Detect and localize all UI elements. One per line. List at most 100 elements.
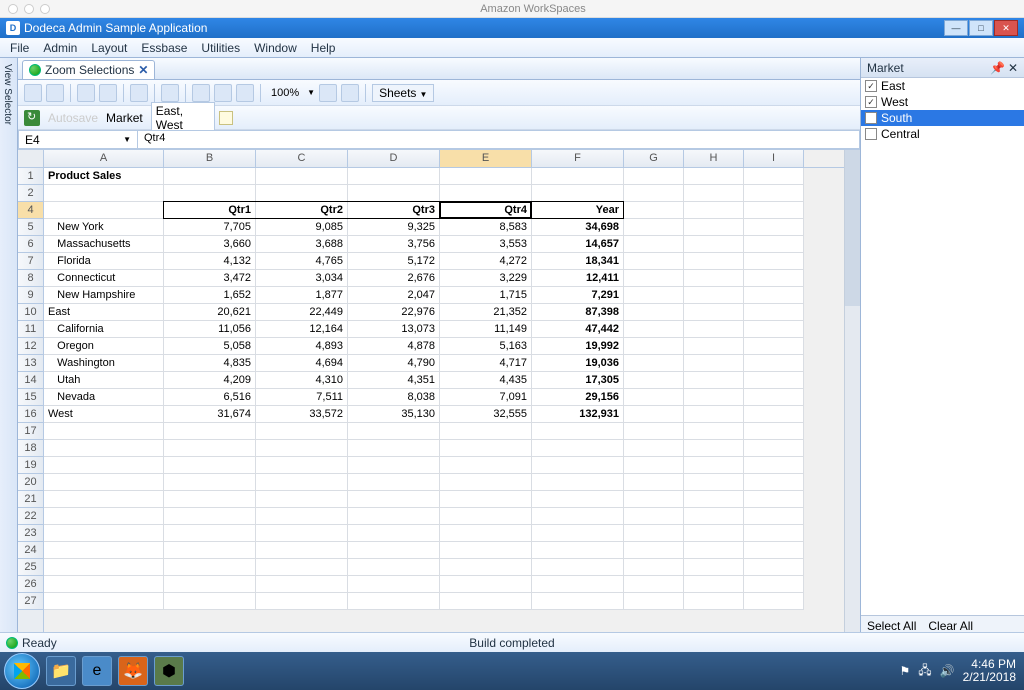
row-header-21[interactable]: 21: [18, 491, 43, 508]
paste-icon[interactable]: [236, 84, 254, 102]
cell[interactable]: 132,931: [532, 406, 624, 423]
cell[interactable]: [532, 457, 624, 474]
cell[interactable]: 5,163: [440, 338, 532, 355]
cell[interactable]: 4,694: [256, 355, 348, 372]
row-header-4[interactable]: 4: [18, 202, 43, 219]
column-header-G[interactable]: G: [624, 150, 684, 167]
cell[interactable]: Washington: [44, 355, 164, 372]
cell[interactable]: [684, 253, 744, 270]
cell[interactable]: 4,893: [256, 338, 348, 355]
cell[interactable]: [624, 457, 684, 474]
cell[interactable]: [744, 457, 804, 474]
cell[interactable]: [684, 440, 744, 457]
cell[interactable]: Connecticut: [44, 270, 164, 287]
cell[interactable]: 4,272: [440, 253, 532, 270]
cell[interactable]: [44, 491, 164, 508]
cell[interactable]: [744, 389, 804, 406]
cell[interactable]: [532, 440, 624, 457]
cell[interactable]: [684, 389, 744, 406]
cell[interactable]: [348, 525, 440, 542]
cell[interactable]: [624, 389, 684, 406]
cell[interactable]: [684, 185, 744, 202]
cell[interactable]: [684, 525, 744, 542]
cell[interactable]: [744, 338, 804, 355]
cell[interactable]: 12,164: [256, 321, 348, 338]
cell[interactable]: New York: [44, 219, 164, 236]
save-icon[interactable]: [46, 84, 64, 102]
cell[interactable]: [684, 559, 744, 576]
document-tab-zoom-selections[interactable]: Zoom Selections ✕: [22, 60, 155, 79]
cell[interactable]: East: [44, 304, 164, 321]
cell[interactable]: West: [44, 406, 164, 423]
cell[interactable]: 4,765: [256, 253, 348, 270]
cell[interactable]: [624, 338, 684, 355]
cell[interactable]: [348, 423, 440, 440]
row-header-1[interactable]: 1: [18, 168, 43, 185]
cell[interactable]: [684, 372, 744, 389]
tray-clock[interactable]: 4:46 PM2/21/2018: [963, 658, 1016, 684]
cell[interactable]: Utah: [44, 372, 164, 389]
cell[interactable]: [624, 270, 684, 287]
cell[interactable]: [624, 304, 684, 321]
cell[interactable]: [684, 457, 744, 474]
cell[interactable]: [256, 457, 348, 474]
cell[interactable]: 14,657: [532, 236, 624, 253]
cell[interactable]: [744, 202, 804, 219]
panel-close-icon[interactable]: ✕: [1008, 61, 1018, 75]
market-item-south[interactable]: South: [861, 110, 1024, 126]
clear-all-link[interactable]: Clear All: [928, 619, 973, 633]
cell[interactable]: 5,058: [164, 338, 256, 355]
cell[interactable]: 4,351: [348, 372, 440, 389]
cell[interactable]: [744, 219, 804, 236]
row-header-10[interactable]: 10: [18, 304, 43, 321]
cell[interactable]: [164, 508, 256, 525]
cell[interactable]: [684, 474, 744, 491]
cell[interactable]: [624, 168, 684, 185]
cell[interactable]: [44, 525, 164, 542]
cell[interactable]: [348, 440, 440, 457]
cell[interactable]: [44, 559, 164, 576]
pin-icon[interactable]: 📌: [990, 61, 1005, 75]
cell[interactable]: [256, 423, 348, 440]
cell[interactable]: 87,398: [532, 304, 624, 321]
cell[interactable]: [744, 525, 804, 542]
column-header-H[interactable]: H: [684, 150, 744, 167]
cell[interactable]: [624, 474, 684, 491]
cell[interactable]: [440, 542, 532, 559]
formula-input[interactable]: Qtr4: [138, 130, 860, 149]
cell[interactable]: 1,652: [164, 287, 256, 304]
cell[interactable]: 4,878: [348, 338, 440, 355]
row-header-13[interactable]: 13: [18, 355, 43, 372]
cell[interactable]: Florida: [44, 253, 164, 270]
cell[interactable]: [684, 202, 744, 219]
cell[interactable]: [744, 270, 804, 287]
cell[interactable]: 33,572: [256, 406, 348, 423]
cell[interactable]: Qtr3: [348, 202, 440, 219]
cell[interactable]: New Hampshire: [44, 287, 164, 304]
cell[interactable]: 4,790: [348, 355, 440, 372]
mac-close-icon[interactable]: [8, 4, 18, 14]
cell[interactable]: [624, 406, 684, 423]
cell[interactable]: [624, 253, 684, 270]
menu-window[interactable]: Window: [248, 39, 303, 57]
cell[interactable]: 22,976: [348, 304, 440, 321]
cell[interactable]: 3,660: [164, 236, 256, 253]
cell[interactable]: [164, 185, 256, 202]
cell[interactable]: 13,073: [348, 321, 440, 338]
taskbar-explorer-icon[interactable]: 📁: [46, 656, 76, 686]
cell[interactable]: 32,555: [440, 406, 532, 423]
cell[interactable]: [164, 542, 256, 559]
cell[interactable]: 18,341: [532, 253, 624, 270]
cell[interactable]: 35,130: [348, 406, 440, 423]
cell[interactable]: [624, 423, 684, 440]
cell[interactable]: [684, 542, 744, 559]
cell[interactable]: 11,056: [164, 321, 256, 338]
cell[interactable]: 19,992: [532, 338, 624, 355]
cell[interactable]: [532, 559, 624, 576]
taskbar-app-icon[interactable]: ⬢: [154, 656, 184, 686]
select-all-link[interactable]: Select All: [867, 619, 916, 633]
column-header-B[interactable]: B: [164, 150, 256, 167]
cell[interactable]: 4,132: [164, 253, 256, 270]
cell[interactable]: [256, 525, 348, 542]
cell[interactable]: [624, 440, 684, 457]
